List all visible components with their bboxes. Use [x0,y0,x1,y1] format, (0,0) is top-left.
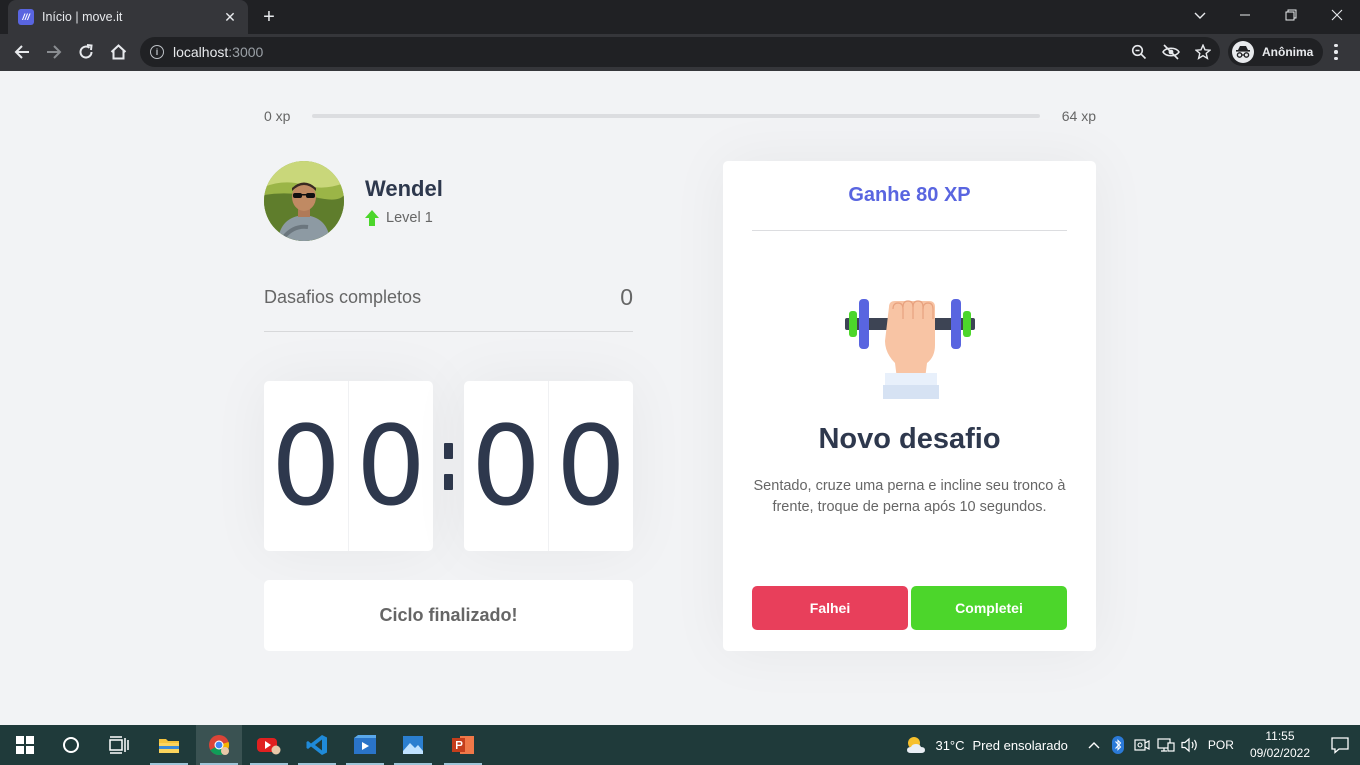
notification-icon [1331,737,1349,754]
completed-challenges-count: 0 [620,284,633,310]
task-view-icon [109,736,129,754]
taskbar-chrome[interactable] [196,725,242,765]
minimize-button[interactable] [1222,0,1268,30]
profile-label: Anônima [1262,45,1314,59]
notifications-button[interactable] [1320,725,1360,765]
taskbar-clock[interactable]: 11:55 09/02/2022 [1250,728,1310,762]
task-view-button[interactable] [96,725,142,765]
weather-description: Pred ensolarado [972,737,1068,753]
new-tab-button[interactable]: + [258,6,280,28]
home-button[interactable] [104,38,132,66]
second-ones-digit: 0 [556,402,626,530]
close-window-button[interactable] [1314,0,1360,30]
reload-icon [79,44,93,59]
taskbar-vscode[interactable] [294,725,340,765]
user-name: Wendel [365,176,443,201]
restore-button[interactable] [1268,0,1314,30]
seconds-display: 0 0 [464,381,633,551]
tab-search-icon[interactable] [1188,6,1212,26]
search-button[interactable] [48,725,94,765]
volume-icon[interactable] [1180,735,1200,755]
windows-logo-icon [16,736,34,754]
challenge-title: Novo desafio [818,423,1001,455]
challenge-box: Ganhe 80 XP Novo desafio Sentado, cruze … [723,161,1096,651]
app-favicon-icon: /// [18,9,34,25]
taskbar-file-explorer[interactable] [146,725,192,765]
clock-time: 11:55 [1265,729,1295,743]
photos-icon [403,736,423,754]
tab-close-icon[interactable]: ✕ [222,9,238,26]
browser-toolbar: i localhost:3000 Anônima [0,34,1360,71]
challenge-completed-button[interactable]: Completei [911,586,1067,630]
weather-temperature: 31°C [935,737,965,753]
back-arrow-icon [14,45,29,59]
user-profile: Wendel Level 1 [264,161,443,241]
media-app-icon [257,738,281,755]
vscode-icon [306,735,327,755]
browser-menu-icon[interactable] [1326,42,1346,62]
meet-now-icon[interactable] [1132,735,1152,755]
back-button[interactable] [8,38,36,66]
completed-challenges: Dasafios completos 0 [264,284,633,332]
completed-challenges-label: Dasafios completos [264,287,422,307]
dumbbell-icon [845,299,975,399]
browser-titlebar: /// Início | move.it ✕ + [0,0,1360,34]
incognito-profile-button[interactable]: Anônima [1228,38,1324,66]
zoom-icon[interactable] [1128,41,1150,63]
xp-progress-track [312,114,1040,118]
tracking-blocked-icon[interactable] [1160,41,1182,63]
home-icon [110,44,126,60]
url-text: localhost:3000 [173,44,264,60]
minute-tens-digit: 0 [264,381,349,551]
weather-widget[interactable]: 31°C Pred ensolarado [905,735,1068,755]
reload-button[interactable] [72,38,100,66]
network-icon[interactable] [1156,735,1176,755]
system-tray: 31°C Pred ensolarado POR 11:55 09/02/202… [905,725,1360,765]
weather-sun-cloud-icon [907,737,926,753]
powerpoint-icon [452,736,474,754]
countdown-timer: 0 0 0 0 [264,381,633,551]
incognito-icon [1232,41,1254,63]
xp-max-label: 64 xp [1061,108,1096,124]
taskbar-app-media[interactable] [246,725,292,765]
input-language[interactable]: POR [1208,738,1234,752]
minute-ones-digit: 0 [356,402,426,530]
taskbar-powerpoint[interactable] [440,725,486,765]
avatar [264,161,344,241]
experience-bar: 0 xp 64 xp [264,106,1096,126]
address-bar[interactable]: i localhost:3000 [140,37,1220,67]
cortana-icon [63,737,79,753]
second-tens-digit: 0 [464,381,549,551]
xp-current-label: 0 xp [264,108,291,124]
challenge-failed-button[interactable]: Falhei [752,586,908,630]
bluetooth-icon[interactable] [1108,735,1128,755]
window-controls [1222,0,1360,34]
bookmark-star-icon[interactable] [1192,41,1214,63]
site-info-icon[interactable]: i [150,45,164,59]
level-up-icon [365,210,379,226]
chevron-up-icon[interactable] [1084,735,1104,755]
taskbar-video-editor[interactable] [342,725,388,765]
cycle-finished-button: Ciclo finalizado! [264,580,633,651]
video-editor-icon [354,735,376,754]
start-button[interactable] [2,725,48,765]
level-label: Level 1 [386,210,433,226]
windows-taskbar: 31°C Pred ensolarado POR 11:55 09/02/202… [0,725,1360,765]
challenge-reward: Ganhe 80 XP [752,161,1067,231]
taskbar-photos[interactable] [390,725,436,765]
chrome-icon [209,735,230,756]
minutes-display: 0 0 [264,381,433,551]
forward-arrow-icon [47,45,62,59]
challenge-description: Sentado, cruze uma perna e incline seu t… [753,478,1066,515]
browser-tab[interactable]: /// Início | move.it ✕ [8,0,248,34]
forward-button[interactable] [40,38,68,66]
clock-date: 09/02/2022 [1249,746,1310,760]
tab-title: Início | move.it [42,10,123,24]
folder-icon [159,739,179,753]
countdown-colon [433,442,464,490]
user-level: Level 1 [365,210,443,226]
